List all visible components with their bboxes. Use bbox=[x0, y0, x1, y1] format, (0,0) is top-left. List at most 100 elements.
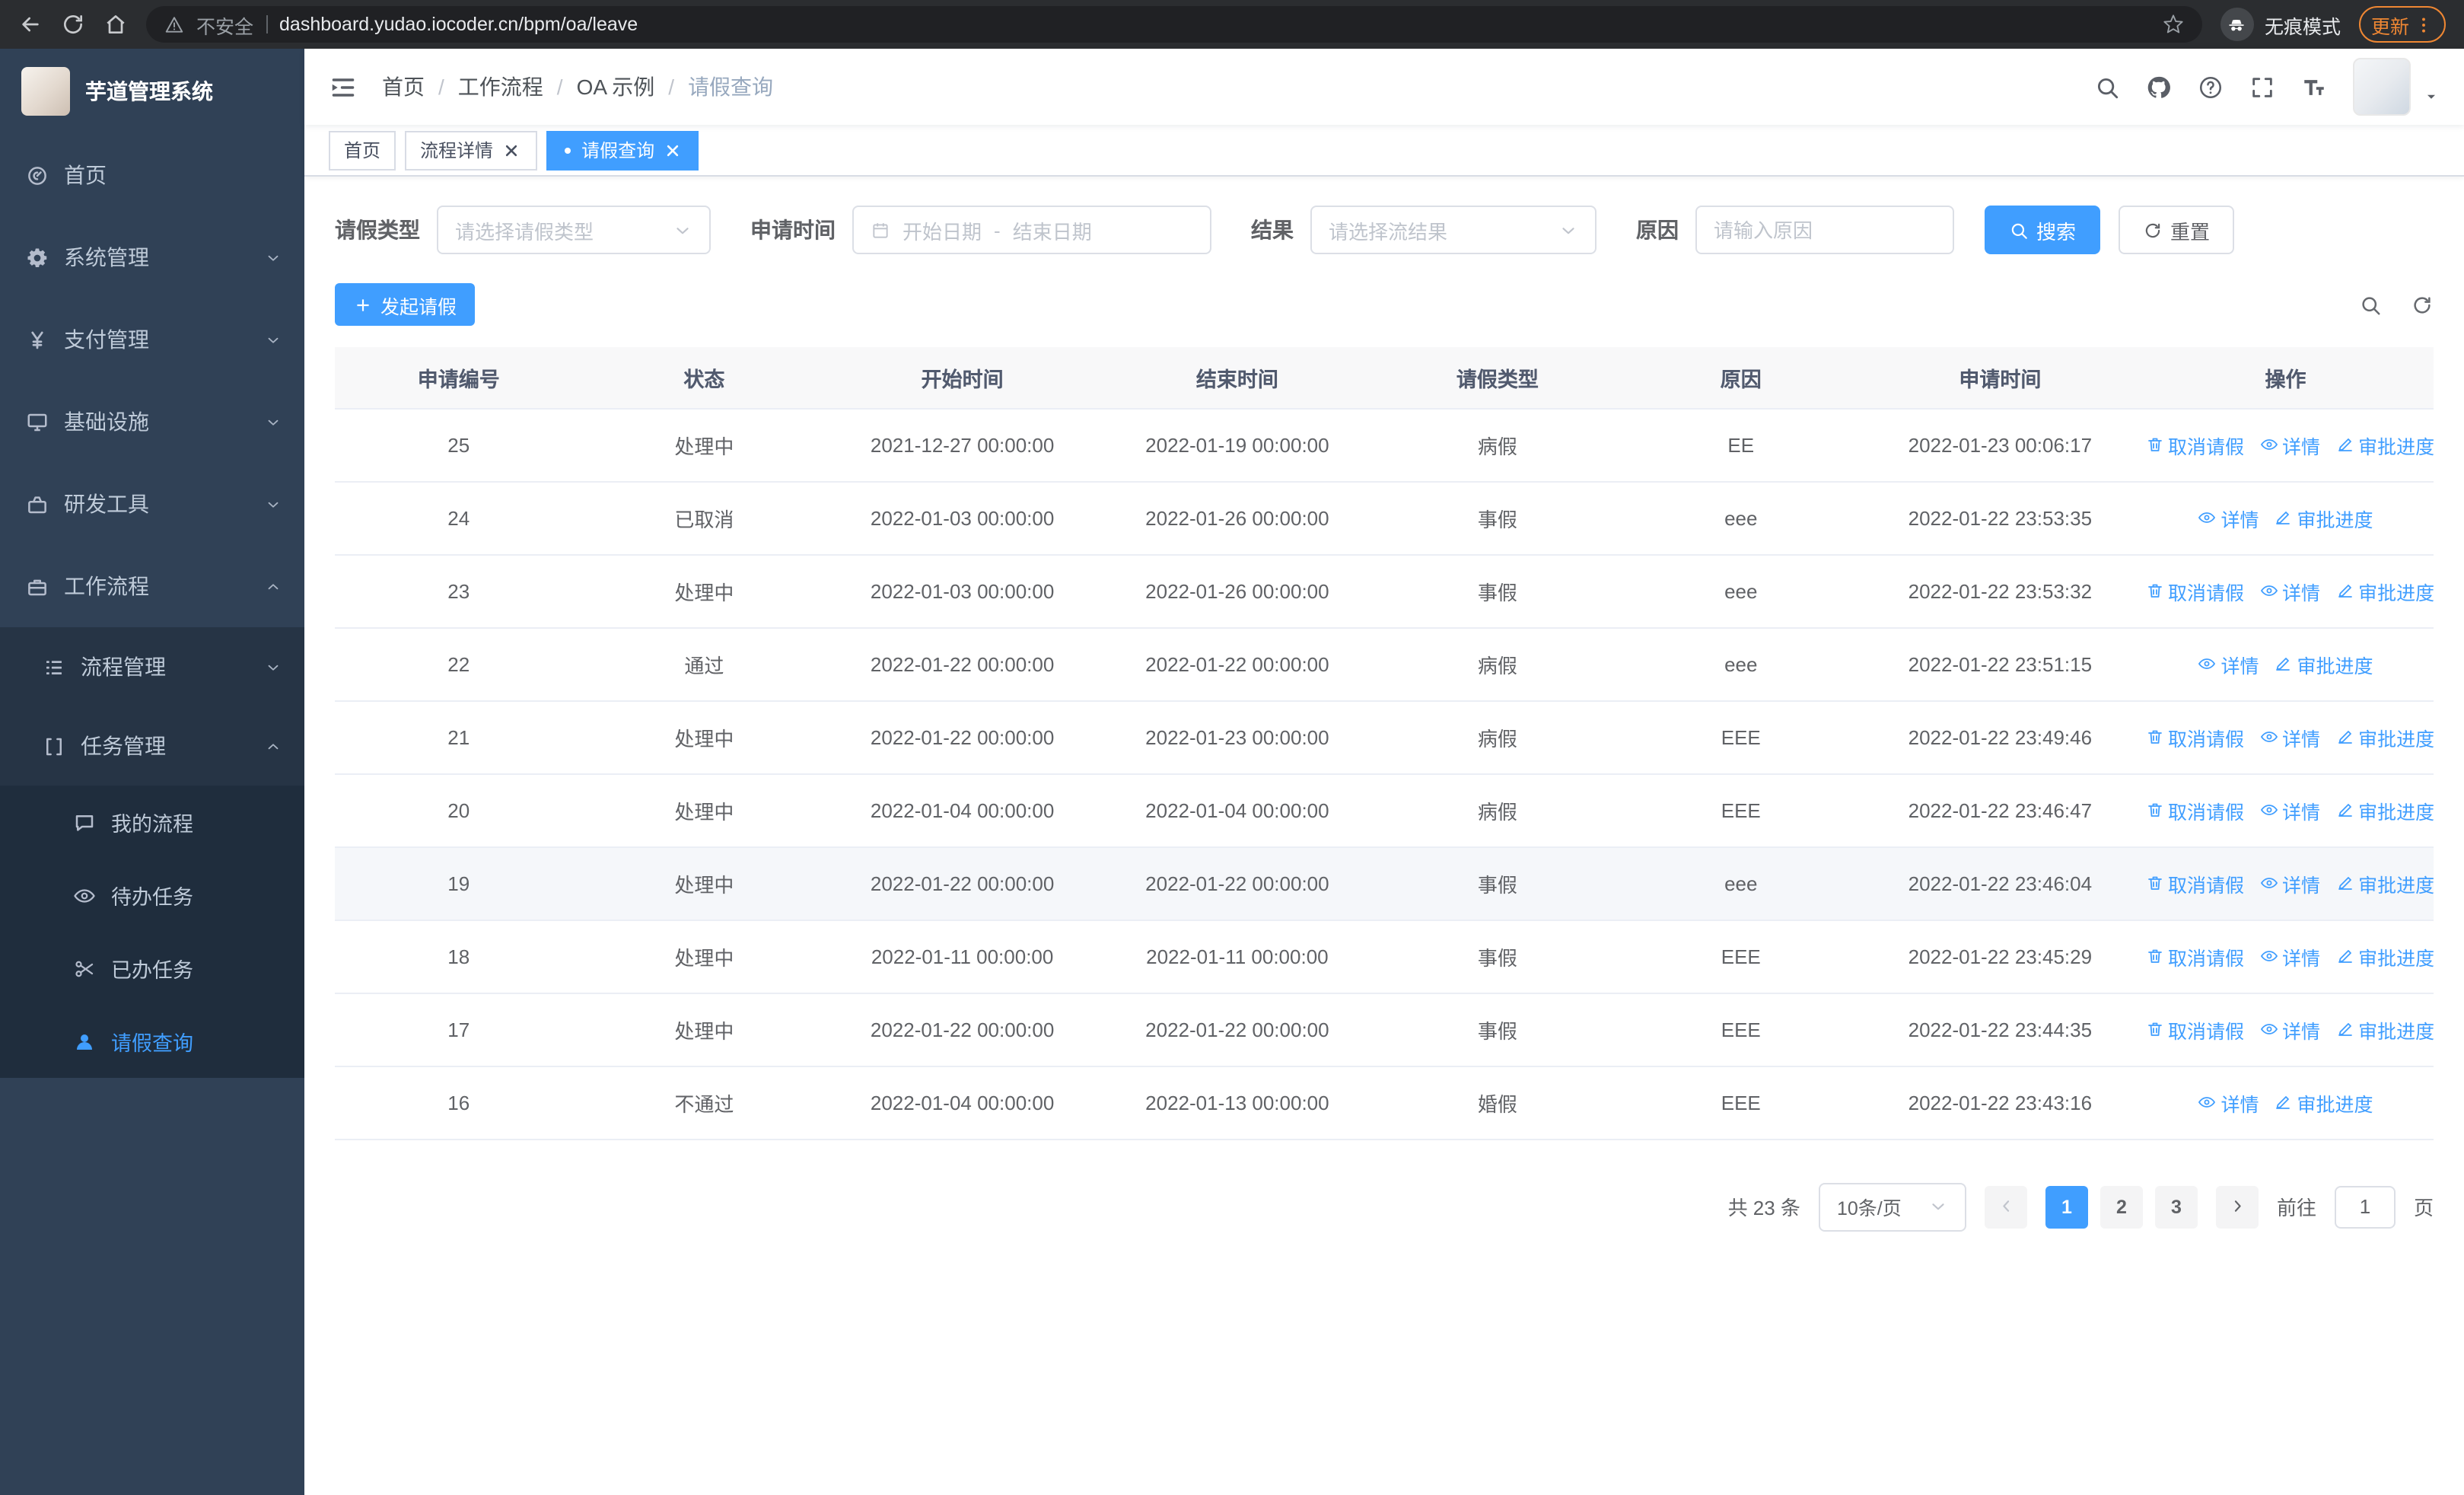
avatar-caret-icon[interactable] bbox=[2423, 88, 2440, 105]
reason-input[interactable] bbox=[1695, 206, 1954, 254]
action-label: 审批进度 bbox=[2358, 436, 2434, 457]
page-size-select[interactable]: 10条/页 bbox=[1818, 1182, 1966, 1231]
create-leave-button[interactable]: 发起请假 bbox=[335, 283, 476, 326]
sidebar-item-label: 请假查询 bbox=[111, 1032, 193, 1055]
tab-leave-query[interactable]: 请假查询 bbox=[546, 130, 699, 170]
sidebar-item-process-mgmt[interactable]: 流程管理 bbox=[0, 627, 304, 706]
action-progress[interactable]: 审批进度 bbox=[2335, 942, 2434, 971]
browser-menu-button[interactable]: 更新 bbox=[2358, 6, 2446, 43]
action-detail[interactable]: 详情 bbox=[2259, 722, 2320, 751]
breadcrumb-item[interactable]: OA 示例 bbox=[577, 72, 655, 102]
github-icon[interactable] bbox=[2146, 74, 2172, 100]
action-detail[interactable]: 详情 bbox=[2198, 649, 2259, 678]
action-progress[interactable]: 审批进度 bbox=[2335, 869, 2434, 897]
browser-menu-dots-icon[interactable] bbox=[2414, 14, 2434, 34]
font-size-icon[interactable] bbox=[2301, 74, 2327, 100]
help-icon[interactable] bbox=[2198, 74, 2224, 100]
sidebar-collapse-icon[interactable] bbox=[329, 72, 358, 101]
sidebar-item-payment[interactable]: 支付管理 bbox=[0, 298, 304, 381]
action-progress[interactable]: 审批进度 bbox=[2335, 430, 2434, 459]
page-button-3[interactable]: 3 bbox=[2154, 1185, 2198, 1228]
action-detail[interactable]: 详情 bbox=[2259, 942, 2320, 971]
sidebar-item-system[interactable]: 系统管理 bbox=[0, 216, 304, 298]
dashboard-icon bbox=[23, 164, 50, 186]
logo[interactable]: 芋道管理系统 bbox=[0, 49, 304, 134]
action-detail[interactable]: 详情 bbox=[2259, 1015, 2320, 1044]
sidebar-item-devtools[interactable]: 研发工具 bbox=[0, 463, 304, 545]
trash-icon bbox=[2145, 1020, 2163, 1038]
column-header: 状态 bbox=[582, 347, 826, 409]
action-detail[interactable]: 详情 bbox=[2198, 1088, 2259, 1117]
browser-home-icon[interactable] bbox=[103, 12, 128, 37]
tab-home[interactable]: 首页 bbox=[329, 130, 396, 170]
breadcrumb-separator: / bbox=[668, 75, 675, 99]
next-page-button[interactable] bbox=[2215, 1185, 2259, 1228]
cell-leave_type: 事假 bbox=[1375, 846, 1619, 920]
action-cancel[interactable]: 取消请假 bbox=[2145, 869, 2244, 897]
sidebar-item-infrastructure[interactable]: 基础设施 bbox=[0, 381, 304, 463]
cell-start_time: 2022-01-03 00:00:00 bbox=[826, 554, 1099, 628]
action-cancel[interactable]: 取消请假 bbox=[2145, 795, 2244, 824]
sidebar-item-leave-query[interactable]: 请假查询 bbox=[0, 1005, 304, 1078]
action-progress[interactable]: 审批进度 bbox=[2275, 1088, 2373, 1117]
tab-close-icon[interactable] bbox=[501, 139, 522, 161]
reset-button[interactable]: 重置 bbox=[2119, 206, 2235, 254]
action-label: 详情 bbox=[2282, 582, 2321, 604]
sidebar-item-todo-tasks[interactable]: 待办任务 bbox=[0, 859, 304, 932]
action-detail[interactable]: 详情 bbox=[2259, 795, 2320, 824]
apply-time-range-picker[interactable]: 开始日期 - 结束日期 bbox=[852, 206, 1211, 254]
result-select[interactable]: 请选择流结果 bbox=[1310, 206, 1597, 254]
task-icon bbox=[40, 735, 67, 757]
action-detail[interactable]: 详情 bbox=[2259, 430, 2320, 459]
action-cancel[interactable]: 取消请假 bbox=[2145, 942, 2244, 971]
header-search-icon[interactable] bbox=[2094, 74, 2120, 100]
breadcrumb-item[interactable]: 首页 bbox=[382, 72, 425, 102]
sidebar-item-done-tasks[interactable]: 已办任务 bbox=[0, 932, 304, 1005]
sidebar-item-workflow[interactable]: 工作流程 bbox=[0, 545, 304, 627]
tab-close-icon[interactable] bbox=[662, 139, 683, 161]
breadcrumb-item[interactable]: 工作流程 bbox=[458, 72, 543, 102]
goto-page-input[interactable] bbox=[2334, 1185, 2396, 1228]
action-progress[interactable]: 审批进度 bbox=[2335, 1015, 2434, 1044]
cell-leave_type: 病假 bbox=[1375, 700, 1619, 774]
action-label: 审批进度 bbox=[2358, 582, 2434, 604]
sidebar-item-home[interactable]: 首页 bbox=[0, 134, 304, 216]
sidebar-item-my-process[interactable]: 我的流程 bbox=[0, 786, 304, 859]
action-cancel[interactable]: 取消请假 bbox=[2145, 722, 2244, 751]
sidebar-item-task-mgmt[interactable]: 任务管理 bbox=[0, 706, 304, 786]
eye-icon bbox=[70, 884, 97, 907]
action-progress[interactable]: 审批进度 bbox=[2275, 503, 2373, 532]
action-progress[interactable]: 审批进度 bbox=[2335, 722, 2434, 751]
action-cancel[interactable]: 取消请假 bbox=[2145, 1015, 2244, 1044]
tab-label: 流程详情 bbox=[420, 140, 494, 161]
tab-process-detail[interactable]: 流程详情 bbox=[405, 130, 538, 170]
browser-reload-icon[interactable] bbox=[61, 12, 85, 37]
sidebar-item-label: 首页 bbox=[64, 163, 107, 187]
action-detail[interactable]: 详情 bbox=[2259, 869, 2320, 897]
refresh-icon bbox=[2143, 220, 2163, 240]
table-refresh-icon[interactable] bbox=[2411, 293, 2434, 316]
action-label: 取消请假 bbox=[2168, 875, 2245, 896]
page-button-2[interactable]: 2 bbox=[2099, 1185, 2143, 1228]
create-leave-label: 发起请假 bbox=[380, 296, 457, 317]
action-cancel[interactable]: 取消请假 bbox=[2145, 430, 2244, 459]
prev-page-button[interactable] bbox=[1984, 1185, 2027, 1228]
calendar-icon bbox=[871, 220, 890, 240]
eye-icon bbox=[2259, 582, 2278, 600]
browser-back-icon[interactable] bbox=[18, 12, 43, 37]
address-bar[interactable]: 不安全 dashboard.yudao.iocoder.cn/bpm/oa/le… bbox=[146, 6, 2202, 43]
action-detail[interactable]: 详情 bbox=[2198, 503, 2259, 532]
action-cancel[interactable]: 取消请假 bbox=[2145, 576, 2244, 605]
page-button-1[interactable]: 1 bbox=[2045, 1185, 2088, 1228]
action-progress[interactable]: 审批进度 bbox=[2335, 795, 2434, 824]
action-detail[interactable]: 详情 bbox=[2259, 576, 2320, 605]
cell-end_time: 2022-01-22 00:00:00 bbox=[1098, 627, 1376, 701]
user-avatar[interactable] bbox=[2353, 58, 2411, 116]
search-button[interactable]: 搜索 bbox=[1985, 206, 2101, 254]
leave-type-select[interactable]: 请选择请假类型 bbox=[437, 206, 711, 254]
toggle-search-icon[interactable] bbox=[2359, 293, 2382, 316]
bookmark-star-icon[interactable] bbox=[2163, 14, 2184, 35]
action-progress[interactable]: 审批进度 bbox=[2275, 649, 2373, 678]
fullscreen-icon[interactable] bbox=[2249, 74, 2275, 100]
action-progress[interactable]: 审批进度 bbox=[2335, 576, 2434, 605]
